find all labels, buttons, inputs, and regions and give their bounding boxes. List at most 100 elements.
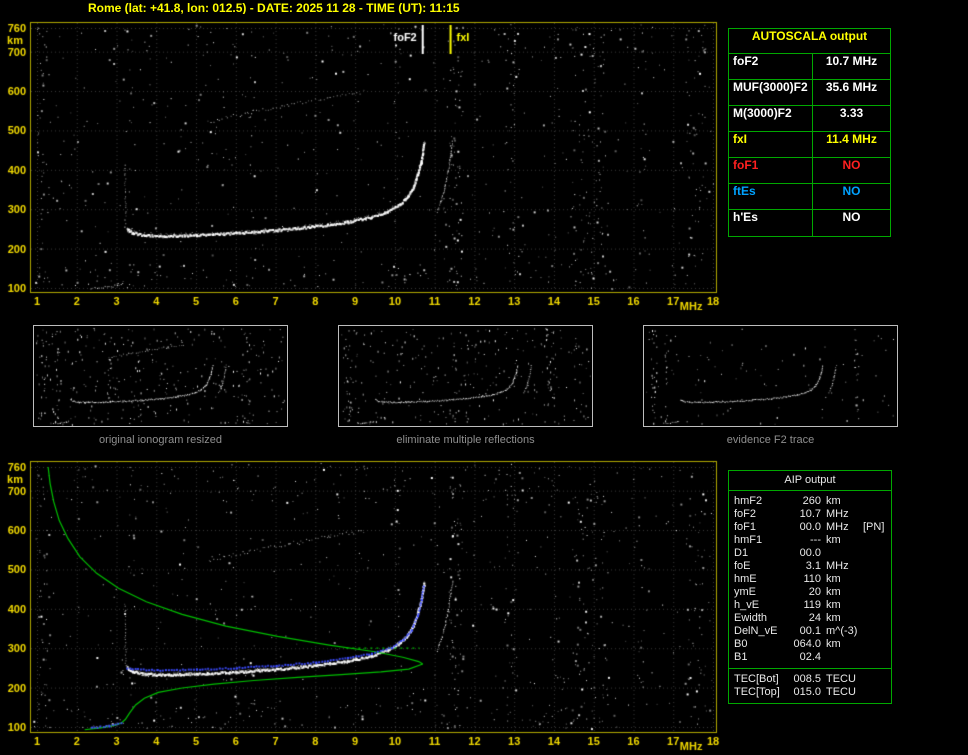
aip-row: hmE 110 km <box>729 573 891 586</box>
aip-param-value: --- <box>785 534 821 547</box>
autoscala-row: h'Es NO <box>729 210 890 236</box>
autoscala-row: foF1 NO <box>729 158 890 184</box>
aip-param-extra: [PN] <box>863 521 891 534</box>
aip-param-label: DelN_vE <box>729 625 785 638</box>
aip-row: h_vE 119 km <box>729 599 891 612</box>
aip-row: ymE 20 km <box>729 586 891 599</box>
autoscala-param-value: NO <box>813 210 890 236</box>
aip-param-unit: km <box>821 586 863 599</box>
aip-param-value: 3.1 <box>785 560 821 573</box>
page-title: Rome (lat: +41.8, lon: 012.5) - DATE: 20… <box>88 1 460 15</box>
tec-value: 008.5 <box>785 673 821 686</box>
aip-param-label: ymE <box>729 586 785 599</box>
autoscala-row: M(3000)F2 3.33 <box>729 106 890 132</box>
thumbnail-caption: original ionogram resized <box>33 434 288 446</box>
aip-param-extra <box>863 495 891 508</box>
aip-param-value: 20 <box>785 586 821 599</box>
tec-label: TEC[Bot] <box>729 673 785 686</box>
aip-param-value: 02.4 <box>785 651 821 664</box>
autoscala-row: fxI 11.4 MHz <box>729 132 890 158</box>
aip-param-unit: MHz <box>821 560 863 573</box>
aip-param-value: 00.0 <box>785 547 821 560</box>
aip-param-label: foF1 <box>729 521 785 534</box>
aip-param-extra <box>863 547 891 560</box>
autoscala-param-label: h'Es <box>729 210 813 236</box>
aip-param-extra <box>863 638 891 651</box>
aip-tec-rows: TEC[Bot] 008.5 TECU TEC[Top] 015.0 TECU <box>729 673 891 699</box>
tec-unit: TECU <box>821 686 863 699</box>
aip-row: foF1 00.0 MHz [PN] <box>729 521 891 534</box>
aip-row: Ewidth 24 km <box>729 612 891 625</box>
aip-param-unit: km <box>821 534 863 547</box>
aip-param-value: 10.7 <box>785 508 821 521</box>
aip-param-unit: km <box>821 495 863 508</box>
autoscala-panel: AUTOSCALA output foF2 10.7 MHz MUF(3000)… <box>728 28 891 237</box>
aip-param-label: foF2 <box>729 508 785 521</box>
aip-param-unit: km <box>821 599 863 612</box>
aip-param-label: foE <box>729 560 785 573</box>
aip-row: hmF1 --- km <box>729 534 891 547</box>
thumbnail-multiple-reflections-removed <box>338 325 593 427</box>
autoscala-header: AUTOSCALA output <box>729 29 890 54</box>
autoscala-param-label: MUF(3000)F2 <box>729 80 813 105</box>
aip-param-extra <box>863 612 891 625</box>
aip-param-label: B1 <box>729 651 785 664</box>
bottom-ionogram-profile-canvas <box>0 455 730 755</box>
aip-separator <box>729 668 891 669</box>
aip-param-unit: m^(-3) <box>821 625 863 638</box>
aip-row: foF2 10.7 MHz <box>729 508 891 521</box>
aip-param-unit: km <box>821 573 863 586</box>
autoscala-param-label: fxI <box>729 132 813 157</box>
aip-param-value: 00.1 <box>785 625 821 638</box>
aip-row: foE 3.1 MHz <box>729 560 891 573</box>
aip-param-extra <box>863 599 891 612</box>
thumbnail-original-ionogram <box>33 325 288 427</box>
autoscala-row: foF2 10.7 MHz <box>729 54 890 80</box>
aip-param-label: hmE <box>729 573 785 586</box>
aip-row: D1 00.0 <box>729 547 891 560</box>
aip-rows: hmF2 260 km foF2 10.7 MHz foF1 00.0 MHz <box>729 495 891 664</box>
aip-param-label: Ewidth <box>729 612 785 625</box>
aip-panel: AIP output hmF2 260 km foF2 10.7 MHz foF… <box>728 470 892 704</box>
aip-row: hmF2 260 km <box>729 495 891 508</box>
aip-row: B0 064.0 km <box>729 638 891 651</box>
aip-param-unit: MHz <box>821 521 863 534</box>
aip-param-label: B0 <box>729 638 785 651</box>
aip-param-extra <box>863 508 891 521</box>
aip-param-extra <box>863 560 891 573</box>
autoscala-row: MUF(3000)F2 35.6 MHz <box>729 80 890 106</box>
autoscala-param-label: ftEs <box>729 184 813 209</box>
aip-header: AIP output <box>729 471 891 491</box>
tec-row: TEC[Top] 015.0 TECU <box>729 686 891 699</box>
aip-param-unit <box>821 547 863 560</box>
aip-param-label: h_vE <box>729 599 785 612</box>
thumbnail-caption: eliminate multiple reflections <box>338 434 593 446</box>
autoscala-param-value: 10.7 MHz <box>813 54 890 79</box>
aip-param-unit: km <box>821 638 863 651</box>
aip-param-extra <box>863 573 891 586</box>
autoscala-param-value: NO <box>813 184 890 209</box>
thumbnail-caption: evidence F2 trace <box>643 434 898 446</box>
aip-row: B1 02.4 <box>729 651 891 664</box>
aip-param-unit: km <box>821 612 863 625</box>
aip-param-value: 24 <box>785 612 821 625</box>
autoscala-rows: foF2 10.7 MHz MUF(3000)F2 35.6 MHz M(300… <box>729 54 890 236</box>
aip-param-label: hmF1 <box>729 534 785 547</box>
aip-param-extra <box>863 625 891 638</box>
aip-param-unit <box>821 651 863 664</box>
autoscala-param-value: 11.4 MHz <box>813 132 890 157</box>
autoscala-param-label: foF1 <box>729 158 813 183</box>
thumbnail-f2-trace-evidence <box>643 325 898 427</box>
autoscala-param-value: 35.6 MHz <box>813 80 890 105</box>
aip-param-value: 119 <box>785 599 821 612</box>
aip-param-value: 00.0 <box>785 521 821 534</box>
aip-param-value: 110 <box>785 573 821 586</box>
aip-param-extra <box>863 651 891 664</box>
aip-param-label: D1 <box>729 547 785 560</box>
tec-row: TEC[Bot] 008.5 TECU <box>729 673 891 686</box>
aip-param-label: hmF2 <box>729 495 785 508</box>
autoscala-row: ftEs NO <box>729 184 890 210</box>
top-ionogram-canvas <box>0 14 730 314</box>
tec-unit: TECU <box>821 673 863 686</box>
aip-param-unit: MHz <box>821 508 863 521</box>
